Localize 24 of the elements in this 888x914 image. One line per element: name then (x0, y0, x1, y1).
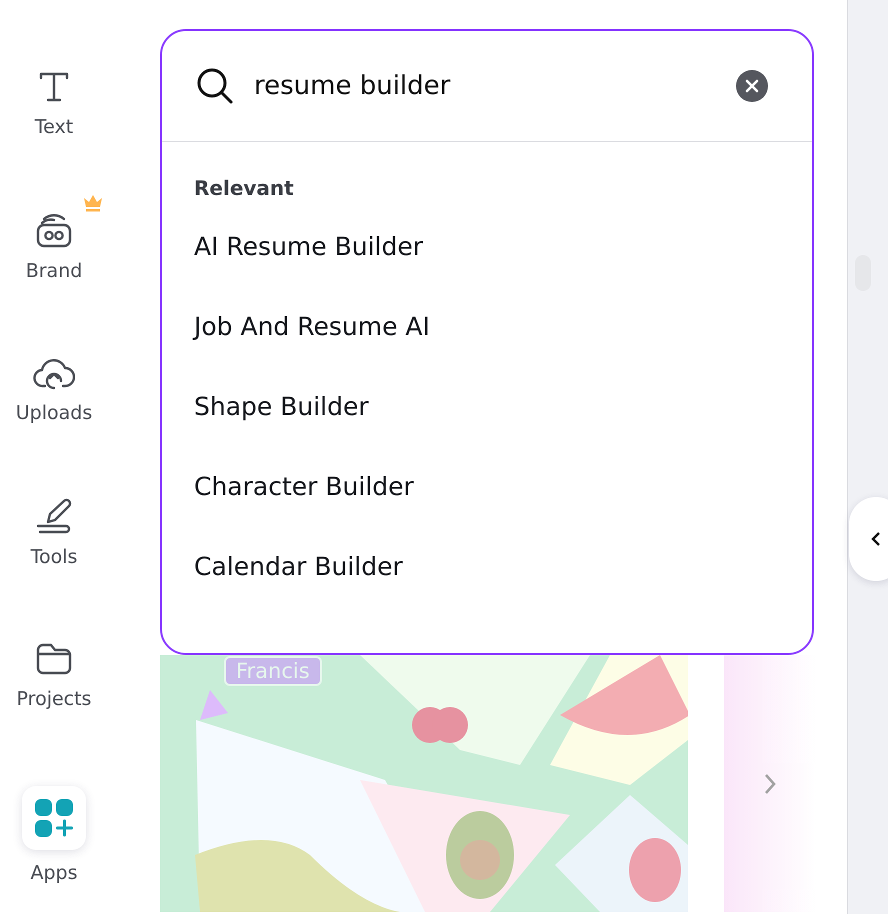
sidebar-item[interactable]: Text (34, 116, 74, 138)
apps-icon (35, 799, 73, 837)
sidebar-item[interactable]: Apps (30, 862, 78, 884)
text-icon (37, 70, 71, 104)
apps-tile[interactable] (22, 786, 86, 850)
suggestion-item[interactable]: Shape Builder (194, 384, 369, 464)
clear-button[interactable] (736, 70, 768, 102)
close-icon (745, 79, 759, 93)
sidebar-item[interactable]: Tools (30, 546, 78, 568)
suggestion-item[interactable]: Calendar Builder (194, 544, 403, 624)
search-icon (196, 67, 234, 105)
sidebar-item[interactable]: Uploads (16, 402, 92, 424)
folder-icon (35, 642, 73, 676)
suggestion-item[interactable]: AI Resume Builder (194, 224, 424, 304)
pen-icon (34, 498, 74, 534)
suggestion-item[interactable]: Character Builder (194, 464, 414, 544)
collapse-button[interactable] (849, 497, 888, 581)
collaborator-label: Francis (224, 656, 322, 686)
chevron-left-icon (871, 531, 881, 547)
sidebar-item[interactable]: Brand (26, 260, 82, 282)
section-heading: Relevant (194, 176, 294, 200)
suggestion-item[interactable]: Job And Resume AI (194, 304, 430, 384)
sidebar-item[interactable]: Projects (16, 688, 92, 710)
chevron-right-icon (764, 772, 776, 794)
